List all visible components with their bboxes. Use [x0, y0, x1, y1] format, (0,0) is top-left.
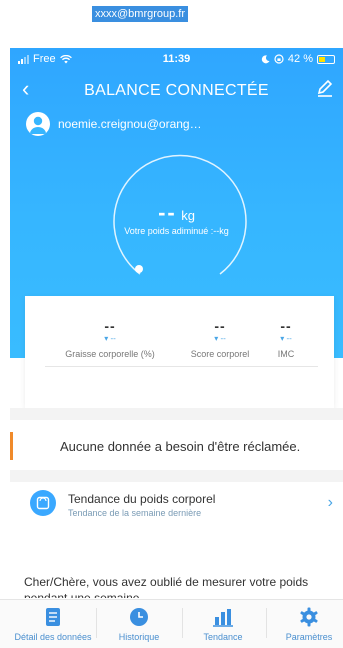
- chevron-right-icon: ›: [327, 494, 333, 511]
- tab-label: Détail des données: [14, 632, 92, 642]
- weight-trend-card[interactable]: Tendance du poids corporel Tendance de l…: [10, 484, 343, 524]
- stat-body-fat[interactable]: -- ▾ -- Graisse corporelle (%): [65, 318, 155, 359]
- divider: [10, 408, 343, 420]
- avatar: [26, 112, 50, 136]
- divider: [10, 530, 343, 554]
- stat-label: Score corporel: [190, 349, 250, 359]
- trend-title: Tendance du poids corporel: [68, 492, 216, 506]
- stat-value: --: [104, 318, 116, 334]
- bar-chart-icon: [213, 609, 233, 627]
- gauge-marker: [135, 265, 143, 273]
- notice-accent: [10, 432, 13, 460]
- rotation-lock-icon: [274, 54, 284, 64]
- notice-banner: Aucune donnée a besoin d'être réclamée.: [10, 430, 343, 462]
- tab-bar: Détail des données Historique Tendance P…: [0, 599, 343, 648]
- tab-settings[interactable]: Paramètres: [266, 600, 343, 648]
- reminder-text: Cher/Chère, vous avez oublié de mesurer …: [24, 575, 309, 598]
- stat-label: IMC: [277, 349, 295, 359]
- stat-value: --: [280, 318, 292, 334]
- weight-unit: kg: [181, 208, 195, 223]
- tab-data-details[interactable]: Détail des données: [10, 600, 96, 648]
- gear-icon: [300, 607, 318, 627]
- tab-label: Tendance: [203, 632, 243, 642]
- user-email: noemie.creignou@orang…: [58, 117, 202, 131]
- pencil-icon[interactable]: [315, 78, 335, 98]
- battery-icon: [317, 54, 335, 64]
- stat-bmi[interactable]: -- ▾ -- IMC: [271, 318, 301, 359]
- battery-percent: 42 %: [287, 53, 313, 65]
- stat-label: Graisse corporelle (%): [65, 349, 155, 359]
- user-row[interactable]: noemie.creignou@orang…: [26, 112, 202, 136]
- tab-trend[interactable]: Tendance: [180, 600, 266, 648]
- clock-icon: [130, 608, 148, 626]
- stats-card: -- ▾ -- Graisse corporelle (%) -- ▾ -- S…: [25, 296, 334, 408]
- notice-text: Aucune donnée a besoin d'être réclamée.: [60, 439, 301, 454]
- email-banner: xxxx@bmrgroup.fr: [92, 6, 189, 22]
- user-icon: [30, 116, 46, 134]
- stat-body-score[interactable]: -- ▾ -- Score corporel: [185, 318, 255, 359]
- weight-readout: -- kg: [10, 200, 343, 226]
- divider: [45, 366, 318, 367]
- weight-subtitle: Votre poids adiminué :--kg: [124, 226, 229, 236]
- page-title: BALANCE CONNECTÉE: [84, 82, 269, 99]
- stat-trend: ▾ --: [104, 334, 116, 343]
- divider: [10, 470, 343, 482]
- nav-bar: ‹ BALANCE CONNECTÉE: [10, 74, 343, 104]
- weight-value: --: [158, 200, 177, 225]
- moon-icon: [261, 54, 270, 63]
- status-bar: Free 11:39 42 %: [10, 48, 343, 70]
- stat-trend: ▾ --: [214, 334, 226, 343]
- document-icon: [46, 608, 60, 626]
- stat-value: --: [214, 318, 226, 334]
- stat-trend: ▾ --: [280, 334, 292, 343]
- scale-icon: [30, 490, 56, 516]
- tab-history[interactable]: Historique: [96, 600, 182, 648]
- tab-label: Paramètres: [285, 632, 333, 642]
- trend-subtitle: Tendance de la semaine dernière: [68, 508, 202, 518]
- tab-label: Historique: [118, 632, 160, 642]
